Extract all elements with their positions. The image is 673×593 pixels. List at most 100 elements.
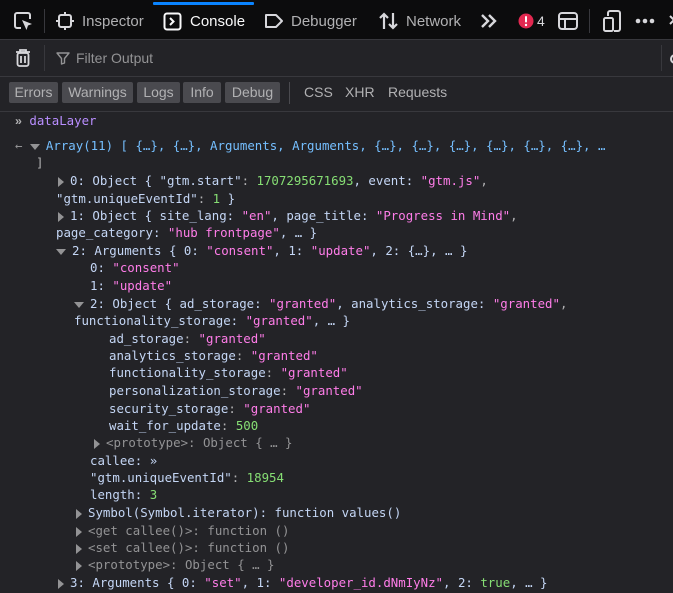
row-label: Symbol(Symbol.iterator): function values… [88, 505, 402, 520]
set-callee-row[interactable]: <set callee()>: function () [76, 539, 289, 556]
filter-info-button[interactable]: Info [183, 82, 221, 103]
prop-key: security_storage [109, 401, 229, 416]
chevrons-right-icon [481, 14, 497, 28]
array-close-bracket: ] [36, 155, 44, 170]
filter-icon [56, 52, 70, 65]
element-picker-button[interactable] [12, 10, 34, 32]
row-number: 1707295671693 [256, 173, 354, 188]
inspector-icon [56, 12, 74, 30]
clear-console-button[interactable] [14, 48, 32, 73]
tree-row-0-cont: "gtm.uniqueEventId": 1 } [56, 190, 235, 207]
expand-toggle-icon[interactable] [94, 438, 100, 449]
row-sep: , [559, 296, 568, 311]
expand-toggle-icon[interactable] [76, 543, 82, 554]
dock-options-button[interactable] [557, 10, 579, 32]
element-picker-icon [14, 12, 32, 30]
filter-css-button[interactable]: CSS [304, 82, 333, 103]
error-icon [518, 13, 534, 29]
expand-toggle-icon[interactable] [29, 143, 40, 150]
filter-output-input[interactable]: Filter Output [56, 48, 153, 68]
collapse-toggle-icon[interactable] [56, 248, 66, 255]
expand-toggle-icon[interactable] [76, 526, 82, 537]
tab-inspector-label: Inspector [82, 12, 144, 30]
prototype-row[interactable]: <prototype>: Object { … } [94, 434, 293, 451]
tab-console[interactable]: Console [163, 10, 245, 32]
prop-value: "granted" [295, 383, 363, 398]
row-string: "update" [112, 278, 173, 293]
consent-prop-row: functionality_storage: "granted" [109, 365, 348, 380]
row-string: "en" [241, 208, 272, 223]
filter-placeholder: Filter Output [76, 50, 154, 66]
prop-value: "granted" [250, 348, 318, 363]
filter-debug-button[interactable]: Debug [225, 82, 280, 103]
length-row: length: 3 [90, 486, 157, 503]
consent-prop-row: security_storage: "granted" [109, 401, 311, 416]
row-sep: : [197, 191, 213, 206]
expand-toggle-icon[interactable] [58, 176, 64, 187]
unique-event-id-row: "gtm.uniqueEventId": 18954 [90, 469, 284, 486]
row-sep: : [231, 470, 247, 485]
gear-icon [670, 54, 673, 64]
expand-toggle-icon[interactable] [76, 560, 82, 571]
row-key: , 2: [443, 575, 481, 590]
row-label: 3: Arguments { 0: [70, 575, 205, 590]
prototype-row[interactable]: <prototype>: Object { … } [76, 556, 275, 573]
filter-errors-button[interactable]: Errors [9, 82, 58, 103]
close-devtools-button[interactable] [667, 10, 673, 32]
row-label: 1: Object { site_lang: [70, 208, 242, 223]
array-preview: [ {…}, {…}, Arguments, Arguments, {…}, {… [120, 138, 606, 153]
row-label: 2: Arguments { 0: [72, 243, 207, 258]
prop-key: personalization_storage [109, 383, 281, 398]
callee-value[interactable]: » [150, 453, 157, 468]
get-callee-row[interactable]: <get callee()>: function () [76, 522, 289, 539]
row-sep: , … } [312, 313, 351, 328]
row-string: "granted" [269, 296, 337, 311]
row-sep: , [510, 208, 518, 223]
more-tabs-button[interactable] [480, 10, 498, 32]
tab-network[interactable]: Network [378, 10, 461, 32]
row-sep: } [220, 191, 236, 206]
ellipsis-icon [635, 18, 655, 24]
row-string: "set" [204, 575, 242, 590]
row-string: "consent" [206, 243, 274, 258]
symbol-iterator-row[interactable]: Symbol(Symbol.iterator): function values… [76, 504, 401, 521]
toolbar-divider [589, 9, 590, 33]
callee-row[interactable]: callee: » [90, 452, 157, 469]
tree-row-2[interactable]: 2: Arguments { 0: "consent", 1: "update"… [56, 242, 467, 259]
row-boolean: true [480, 575, 511, 590]
row-key: , page_title: [271, 208, 376, 223]
tree-row-0[interactable]: 0: Object { "gtm.start": 1707295671693, … [58, 172, 488, 189]
filter-warnings-button[interactable]: Warnings [62, 82, 133, 103]
row-label: 0: Object { [70, 173, 160, 188]
row-label: <get callee()>: function () [88, 523, 290, 538]
tab-debugger[interactable]: Debugger [264, 10, 357, 32]
expand-toggle-icon[interactable] [58, 578, 64, 589]
more-options-button[interactable] [634, 10, 656, 32]
expand-toggle-icon[interactable] [76, 508, 82, 519]
filter-xhr-button[interactable]: XHR [345, 82, 375, 103]
tree-row-1[interactable]: 1: Object { site_lang: "en", page_title:… [58, 207, 518, 224]
filter-logs-button[interactable]: Logs [137, 82, 180, 103]
filter-requests-button[interactable]: Requests [388, 82, 447, 103]
row-key: 1: [90, 278, 113, 293]
responsive-design-button[interactable] [602, 10, 622, 32]
error-count-button[interactable]: 4 [518, 10, 545, 32]
collapse-toggle-icon[interactable] [74, 301, 84, 308]
level-divider [289, 82, 290, 104]
prop-key: analytics_storage [109, 348, 236, 363]
row-sep: : [241, 173, 257, 188]
tab-debugger-label: Debugger [291, 12, 357, 30]
tree-row-3[interactable]: 3: Arguments { 0: "set", 1: "developer_i… [58, 574, 548, 591]
row-string: "consent" [112, 260, 180, 275]
row-key: , analytics_storage: [336, 296, 493, 311]
console-settings-button[interactable] [668, 52, 673, 71]
row-string: "hub frontpage" [167, 225, 280, 240]
active-tab-indicator [153, 2, 254, 5]
expand-toggle-icon[interactable] [58, 211, 64, 222]
result-array-row[interactable]: ← Array(11) [ {…}, {…}, Arguments, Argum… [15, 137, 605, 154]
tab-inspector[interactable]: Inspector [55, 10, 144, 32]
row-key: , event: [353, 173, 421, 188]
row-key: length: [90, 487, 150, 502]
row-number: 3 [149, 487, 158, 502]
args-item-2[interactable]: 2: Object { ad_storage: "granted", analy… [74, 295, 567, 312]
